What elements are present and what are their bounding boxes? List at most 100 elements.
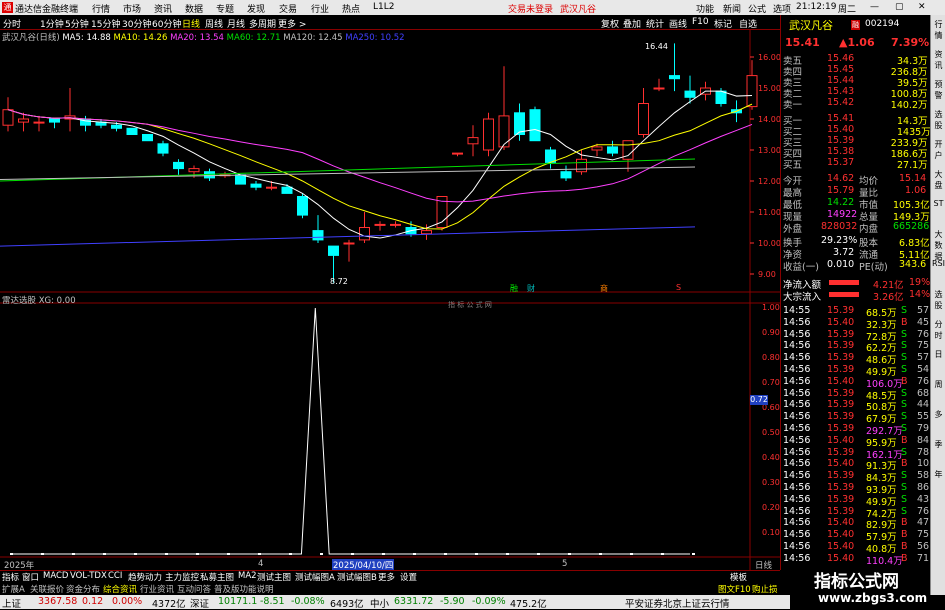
flow-bar [829, 280, 859, 285]
indicator-tab[interactable]: MACD [43, 571, 68, 581]
menu-item[interactable]: 热点 [342, 2, 360, 15]
close-icon[interactable]: ✕ [918, 2, 926, 12]
tool-button[interactable]: F10 [692, 17, 709, 27]
event-mark[interactable]: S [676, 283, 681, 292]
tick-price: 15.39 [827, 493, 855, 505]
menu-item[interactable]: 专题 [216, 2, 234, 15]
event-mark[interactable]: 财 [527, 283, 535, 294]
menu-item[interactable]: 新闻 [723, 2, 741, 15]
tick-time: 14:56 [783, 482, 811, 493]
indicator-dot [227, 553, 230, 555]
side-tool-button[interactable]: 选股 [931, 109, 945, 131]
indicator-tab[interactable]: VOL-TDX [70, 571, 107, 581]
app-logo-icon: 通 [2, 2, 13, 13]
stat-value: 828032 [821, 221, 858, 232]
stat-value: 15.14 [899, 173, 927, 184]
indicator-tab[interactable]: CCI [108, 571, 122, 581]
info-tab[interactable]: 扩展A [2, 583, 25, 595]
candle-body [421, 230, 432, 235]
period-tab-active[interactable]: 日线 [182, 17, 200, 30]
period-tab[interactable]: 月线 [227, 17, 245, 30]
indicator-dot [661, 553, 664, 555]
maximize-icon[interactable]: ▢ [895, 2, 904, 12]
menu-item[interactable]: 发现 [247, 2, 265, 15]
tool-button[interactable]: 统计 [646, 17, 664, 30]
tool-button[interactable]: 画线 [669, 17, 687, 30]
stock-link[interactable]: 武汉凡谷 [560, 2, 596, 15]
tick-side: B [901, 458, 908, 470]
info-tab[interactable]: 资金分布 [66, 583, 100, 595]
side-tool-button[interactable]: 资讯 [931, 49, 945, 71]
f10-button[interactable]: 图文F10 [718, 583, 751, 595]
side-tool-button[interactable]: 日 [931, 349, 945, 360]
menu-item[interactable]: 交易 [279, 2, 297, 15]
stat-label: 内盘 [859, 224, 879, 235]
menu-item[interactable]: 数据 [185, 2, 203, 15]
margin-badge: 融 [851, 20, 860, 30]
chart-area[interactable]: 16.00 15.00 14.00 13.00 12.00 11.00 10.00 9.00 1… [0, 30, 780, 570]
tool-button[interactable]: 自选 [739, 17, 757, 30]
tick-count: 47 [917, 517, 930, 529]
menu-item[interactable]: 行业 [311, 2, 329, 15]
tool-button[interactable]: 标记 [714, 17, 732, 30]
indicator-dot [506, 553, 509, 555]
period-tab[interactable]: 5分钟 [65, 17, 89, 30]
side-tool-button[interactable]: 行情 [931, 19, 945, 41]
event-mark[interactable]: 商 [600, 283, 608, 294]
stat-value: 15.79 [827, 185, 855, 196]
menu-item[interactable]: 资讯 [154, 2, 172, 15]
side-tool-button[interactable]: 分时 [931, 319, 945, 341]
tick-time: 14:56 [783, 387, 811, 399]
sub-y-tick-label: 0.80 [762, 353, 780, 362]
x-axis-label: 4 [258, 559, 264, 569]
period-tab[interactable]: 60分钟 [152, 17, 181, 30]
side-tool-button[interactable]: 年 [931, 469, 945, 480]
flow-label: 大宗流入 [783, 292, 822, 303]
side-tool-button[interactable]: 季 [931, 439, 945, 450]
side-tool-button[interactable]: ST [931, 199, 945, 208]
menu-item[interactable]: 功能 [696, 2, 714, 15]
info-tab[interactable]: 普及版功能说明 [214, 583, 274, 595]
period-tab[interactable]: 15分钟 [91, 17, 120, 30]
side-tool-button[interactable]: 大数据 [931, 229, 945, 262]
bid-price: 15.38 [827, 146, 855, 157]
stoploss-button[interactable]: 购止损 [752, 583, 778, 595]
period-tab[interactable]: 1分钟 [40, 17, 64, 30]
minimize-icon[interactable]: — [870, 2, 879, 12]
period-tab[interactable]: 30分钟 [122, 17, 151, 30]
side-tool-button[interactable]: 大盘 [931, 169, 945, 191]
ask-price: 15.43 [827, 86, 855, 97]
side-tool-button[interactable]: RSI [931, 259, 945, 268]
side-tool-button[interactable]: 多 [931, 409, 945, 420]
ma-label: MA60: 12.71 [223, 33, 281, 43]
trade-login-status[interactable]: 交易未登录 [508, 2, 553, 15]
info-tab-active[interactable]: 综合资讯 [103, 583, 137, 595]
info-tab[interactable]: 互动问答 [177, 583, 211, 595]
info-tab[interactable]: 关联报价 [30, 583, 64, 595]
period-tab[interactable]: 多周期 [249, 17, 276, 30]
menu-item[interactable]: L1L2 [373, 2, 394, 12]
tool-button[interactable]: 叠加 [623, 17, 641, 30]
menu-item[interactable]: 选项 [773, 2, 791, 15]
tick-price: 15.40 [827, 458, 855, 470]
event-mark[interactable]: 融 [510, 283, 518, 294]
period-tab[interactable]: 分时 [3, 17, 21, 30]
menu-item[interactable]: 公式 [748, 2, 766, 15]
period-tab[interactable]: 更多 > [278, 17, 306, 30]
tool-button[interactable]: 复权 [601, 17, 619, 30]
side-tool-button[interactable]: 开户 [931, 139, 945, 161]
menu-item[interactable]: 市场 [123, 2, 141, 15]
period-tab[interactable]: 周线 [205, 17, 223, 30]
side-tool-button[interactable]: 周 [931, 379, 945, 390]
candle-body [312, 230, 324, 241]
side-tool-button[interactable]: 预警 [931, 79, 945, 101]
info-tab[interactable]: 行业资讯 [140, 583, 174, 595]
indicator-dot [351, 553, 354, 555]
indicator-dot [568, 553, 571, 555]
y-tick-label: 11.00 [758, 208, 780, 217]
indicator-tab[interactable]: MA2 [238, 571, 257, 581]
candle-body [653, 87, 665, 90]
ask-price: 15.44 [827, 75, 855, 86]
side-tool-button[interactable]: 选股 [931, 289, 945, 311]
menu-item[interactable]: 行情 [92, 2, 110, 15]
